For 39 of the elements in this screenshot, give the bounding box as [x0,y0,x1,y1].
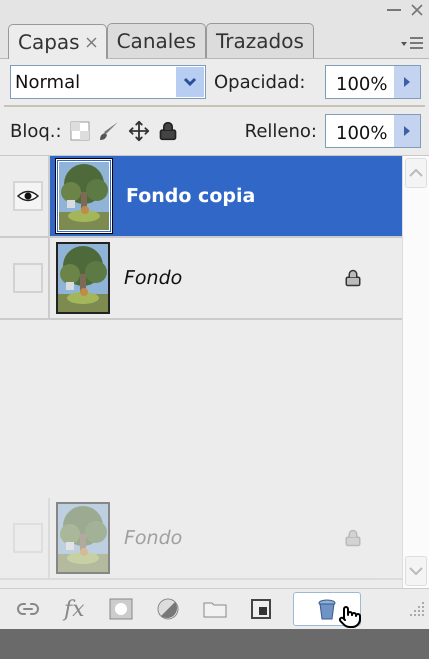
folder-icon [202,600,227,618]
visibility-toggle[interactable] [13,263,43,293]
resize-grip-icon[interactable] [409,601,425,617]
trash-icon [318,598,336,620]
opacity-field[interactable]: 100% [325,65,421,99]
layer-row[interactable]: Fondo [50,238,402,318]
tab[interactable]: Capas [8,24,107,59]
lock-icon [344,269,362,287]
close-icon[interactable] [411,4,423,16]
close-icon[interactable] [86,36,97,48]
layer-name: Fondo [124,527,184,549]
menu-icon[interactable] [401,36,423,50]
fill-field[interactable]: 100% [325,114,421,148]
delete-button[interactable] [292,592,361,626]
chevron-down-icon [409,567,423,575]
fill-label: Relleno: [244,120,317,142]
lock-icon[interactable] [158,121,178,141]
opacity-label: Opacidad: [214,72,306,92]
layer-name: Fondo copia [126,185,256,207]
mask-icon [108,598,133,620]
lock-icon [344,529,362,547]
tab[interactable]: Trazados [206,23,314,58]
layer-name: Fondo [124,267,184,289]
blend-mode-dropdown[interactable]: Normal [10,65,206,99]
lock-label: Bloq.: [10,120,62,142]
checkerboard-icon[interactable] [70,121,90,141]
tab[interactable]: Canales [106,23,206,58]
brush-icon[interactable] [98,120,120,142]
half-circle-icon [156,598,179,620]
chevron-down-icon [183,77,197,87]
visibility-toggle[interactable] [13,181,43,211]
eye-icon [17,190,39,202]
new-layer-icon [250,599,271,619]
chevron-up-icon [409,169,423,177]
arrow-icon [403,76,411,88]
arrow-icon [403,125,411,137]
layer-row[interactable]: Fondo copia [50,156,402,236]
hand-cursor-icon [338,605,362,629]
move-icon[interactable] [128,120,150,142]
